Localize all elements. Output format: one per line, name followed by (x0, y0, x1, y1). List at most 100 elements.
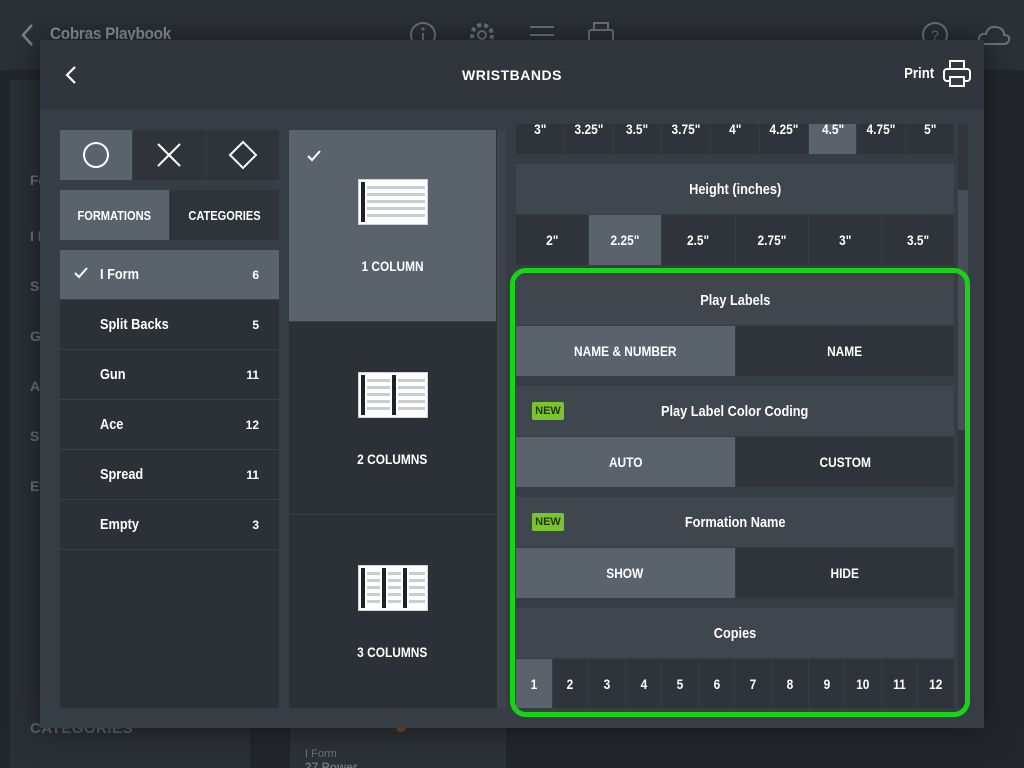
formation-label: Spread (100, 466, 144, 483)
formation-item[interactable]: I Form 6 (60, 250, 279, 300)
width-option-label: 3.25" (574, 124, 604, 137)
width-option[interactable]: 5" (906, 124, 954, 154)
copies-option-label: 6 (713, 676, 720, 692)
formation-name-option[interactable]: HIDE (735, 548, 954, 598)
copies-option[interactable]: 2 (552, 659, 589, 708)
copies-option-label: 5 (676, 676, 684, 692)
height-option[interactable]: 2.5" (662, 215, 735, 265)
formation-item[interactable]: Spread 11 (60, 450, 279, 500)
column-option-2[interactable]: 2 COLUMNS (289, 323, 496, 515)
play-label-option[interactable]: NAME & NUMBER (516, 326, 735, 376)
width-option[interactable]: 4.25" (759, 124, 808, 154)
width-option-label: 3.5" (626, 124, 649, 137)
copies-option-label: 8 (786, 676, 794, 692)
width-option-label: 4" (728, 124, 742, 137)
copies-option[interactable]: 5 (662, 659, 698, 708)
height-options: 2" 2.25" 2.5" 2.75" 3" 3.5" (516, 215, 954, 265)
color-coding-section-title: NEW Play Label Color Coding (516, 386, 954, 436)
width-option-label: 4.75" (866, 124, 896, 137)
background-card-formation: I Form (305, 748, 337, 760)
play-label-option-label: NAME & NUMBER (574, 343, 677, 359)
formation-name-section-title: NEW Formation Name (516, 497, 954, 547)
column-option-text: 3 COLUMNS (357, 644, 428, 660)
width-option-label: 3" (533, 124, 547, 137)
check-icon (307, 150, 321, 162)
column-option-label: 1 COLUMN (289, 258, 496, 274)
width-option[interactable]: 4" (711, 124, 759, 154)
copies-option-label: 2 (567, 676, 574, 692)
diamond-icon (228, 140, 258, 170)
formation-count: 12 (245, 417, 259, 432)
formation-item[interactable]: Empty 3 (60, 500, 279, 550)
formation-name-options: SHOW HIDE (516, 548, 954, 598)
formation-label: Ace (100, 416, 124, 433)
shape-diamond-button[interactable] (206, 130, 279, 180)
copies-option[interactable]: 11 (881, 659, 918, 708)
copies-section-title: Copies (516, 608, 954, 658)
copies-option[interactable]: 6 (698, 659, 735, 708)
formation-item[interactable]: Ace 12 (60, 400, 279, 450)
formation-item[interactable]: Split Backs 5 (60, 300, 279, 350)
modal-header: WRISTBANDS Print (40, 40, 984, 110)
copies-option[interactable]: 9 (808, 659, 845, 708)
copies-option-label: 9 (823, 676, 830, 692)
formation-name-option-label: HIDE (830, 565, 859, 581)
x-icon (157, 143, 182, 167)
color-coding-option[interactable]: AUTO (516, 437, 735, 487)
copies-option[interactable]: 4 (625, 659, 662, 708)
width-option[interactable]: 3.25" (564, 124, 613, 154)
copies-option-label: 11 (893, 676, 906, 692)
height-option-label: 2.75" (757, 232, 787, 248)
copies-option[interactable]: 12 (918, 659, 954, 708)
formation-list: I Form 6 Split Backs 5 Gun 11 Ace 12 Spr… (60, 250, 279, 708)
app-back-icon (21, 24, 33, 46)
formation-count: 6 (252, 267, 259, 282)
formation-label: I Form (100, 266, 139, 283)
settings-scrollbar-thumb[interactable] (958, 190, 968, 430)
height-section-title: Height (inches) (516, 164, 954, 214)
formation-name-option-label: SHOW (606, 565, 644, 581)
formation-name-option[interactable]: SHOW (516, 548, 735, 598)
tab-formations[interactable]: FORMATIONS (60, 190, 169, 240)
formation-label: Gun (100, 366, 126, 383)
height-option[interactable]: 2" (516, 215, 589, 265)
width-option[interactable]: 3" (516, 124, 564, 154)
play-labels-options: NAME & NUMBER NAME (516, 326, 954, 376)
copies-option[interactable]: 8 (772, 659, 808, 708)
width-option[interactable]: 4.75" (857, 124, 906, 154)
column-option-3[interactable]: 3 COLUMNS (289, 516, 496, 708)
wristbands-modal: WRISTBANDS Print FORMATIONS CATEGORIES I… (40, 40, 984, 728)
width-option[interactable]: 3.75" (662, 124, 711, 154)
copies-option[interactable]: 3 (589, 659, 625, 708)
copies-option[interactable]: 7 (735, 659, 772, 708)
tab-categories[interactable]: CATEGORIES (170, 190, 279, 240)
shape-x-button[interactable] (133, 130, 206, 180)
height-option[interactable]: 3.5" (881, 215, 954, 265)
copies-option[interactable]: 10 (845, 659, 881, 708)
height-option-label: 2.5" (687, 232, 710, 248)
print-button[interactable]: Print (900, 58, 972, 88)
play-labels-section-title: Play Labels (516, 275, 954, 325)
shape-circle-button[interactable] (60, 130, 133, 180)
modal-title: WRISTBANDS (462, 67, 562, 83)
height-option[interactable]: 2.25" (589, 215, 662, 265)
color-coding-option[interactable]: CUSTOM (735, 437, 954, 487)
copies-title-text: Copies (713, 624, 757, 642)
width-option-label: 5" (924, 124, 937, 137)
height-option[interactable]: 3" (808, 215, 881, 265)
color-coding-option-label: AUTO (608, 454, 642, 470)
play-labels-title-text: Play Labels (699, 291, 771, 309)
copies-option[interactable]: 1 (516, 659, 552, 708)
play-label-option[interactable]: NAME (735, 326, 954, 376)
circle-icon (83, 142, 110, 168)
width-option[interactable]: 4.5" (808, 124, 857, 154)
height-option[interactable]: 2.75" (735, 215, 808, 265)
color-coding-options: AUTO CUSTOM (516, 437, 954, 487)
column-panel-scrollbar[interactable] (497, 130, 506, 708)
formation-name-title-text: Formation Name (684, 513, 786, 531)
formation-item[interactable]: Gun 11 (60, 350, 279, 400)
width-option[interactable]: 3.5" (613, 124, 662, 154)
check-icon (74, 267, 88, 279)
height-option-label: 3.5" (906, 232, 930, 248)
column-option-1[interactable]: 1 COLUMN (289, 130, 496, 322)
